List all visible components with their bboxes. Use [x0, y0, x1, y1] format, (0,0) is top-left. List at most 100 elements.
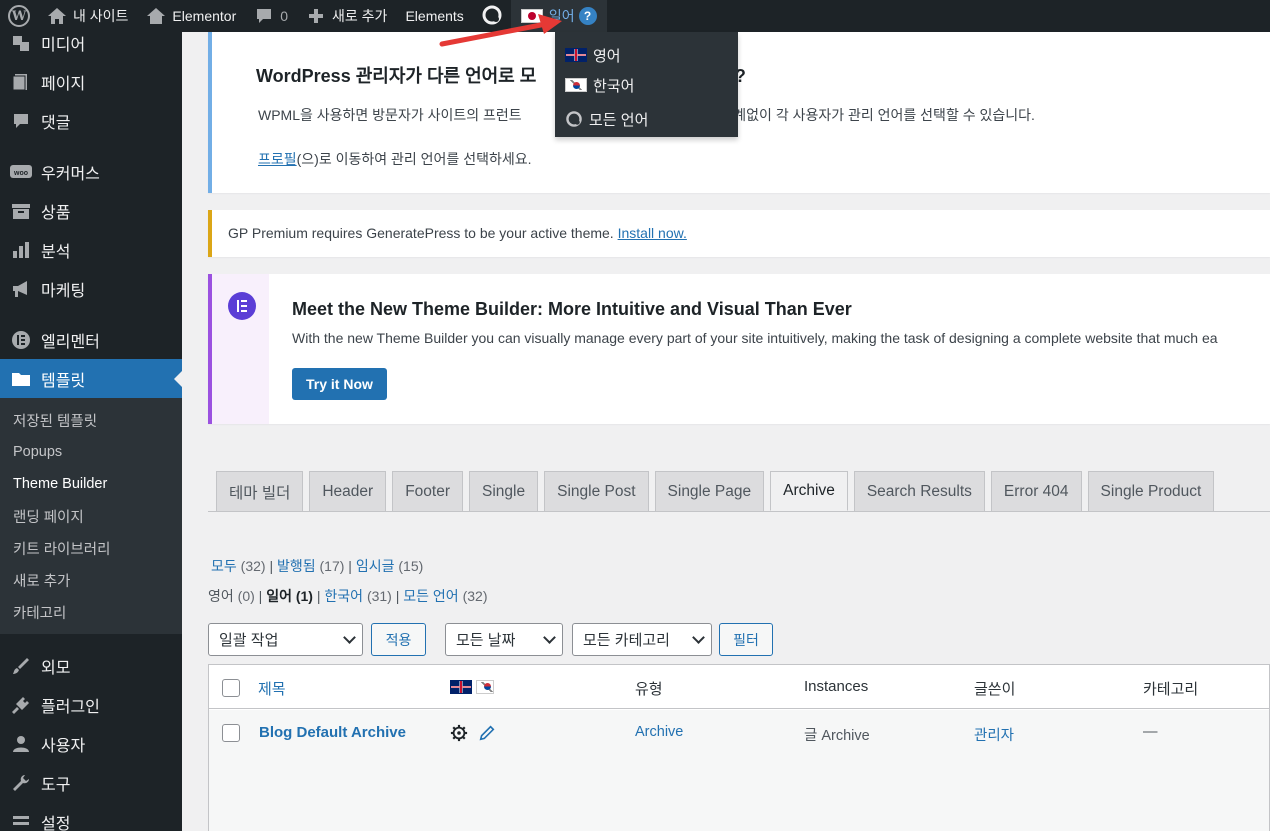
wpml-icon — [565, 110, 583, 128]
sidebar-item-comments[interactable]: 댓글 — [0, 101, 182, 140]
status-filter: 모두 (32) | 발행됨 (17) | 임시글 (15) — [211, 558, 424, 574]
tab-footer[interactable]: Footer — [392, 471, 464, 511]
submenu-add-new[interactable]: 새로 추가 — [0, 564, 182, 596]
install-now-link[interactable]: Install now. — [618, 225, 687, 241]
wordpress-icon: W — [8, 5, 30, 27]
gp-premium-notice: GP Premium requires GeneratePress to be … — [208, 210, 1270, 257]
filter-all[interactable]: 모두 — [211, 558, 237, 574]
templates-table: 제목 유형 Instances 글쓴이 카테고리 Blog Default Ar… — [208, 664, 1270, 831]
filter-published[interactable]: 발행됨 — [277, 558, 316, 574]
language-dropdown: 영어 한국어 모든 언어 — [555, 32, 738, 137]
wrench-icon — [10, 772, 32, 794]
chevron-down-icon — [543, 631, 556, 644]
new-content-menu[interactable]: 새로 추가 — [297, 0, 396, 32]
notice-line-2: 프로필(으)로 이동하여 관리 언어를 선택하세요. — [258, 151, 532, 167]
row-type[interactable]: Archive — [635, 724, 683, 740]
lang-option-label: 모든 언어 — [589, 111, 649, 129]
page-icon — [10, 71, 32, 93]
row-instances: 글 Archive — [804, 728, 870, 744]
filter-draft[interactable]: 임시글 — [356, 558, 395, 574]
elementor-theme-builder-notice: Meet the New Theme Builder: More Intuiti… — [208, 274, 1270, 424]
tab-archive[interactable]: Archive — [770, 471, 848, 511]
select-all-checkbox[interactable] — [222, 679, 240, 697]
row-checkbox[interactable] — [222, 724, 240, 742]
apply-button[interactable]: 적용 — [371, 623, 426, 656]
template-type-tabs: 테마 빌더 Header Footer Single Single Post S… — [216, 471, 1215, 511]
sidebar-item-tools[interactable]: 도구 — [0, 763, 182, 802]
sidebar-item-users[interactable]: 사용자 — [0, 724, 182, 763]
svg-text:woo: woo — [13, 170, 28, 177]
filter-lang-ko[interactable]: 한국어 — [324, 588, 363, 604]
profile-link[interactable]: 프로필 — [258, 151, 297, 167]
row-category: — — [1143, 724, 1158, 740]
comment-icon — [10, 110, 32, 132]
col-languages — [450, 678, 495, 696]
elementor-icon — [10, 329, 32, 351]
table-row: Blog Default Archive Archive 글 Archive 관… — [209, 710, 1269, 831]
settings-icon — [10, 811, 32, 831]
tab-single-page[interactable]: Single Page — [654, 471, 765, 511]
submenu-kit-library[interactable]: 키트 라이브러리 — [0, 532, 182, 564]
lang-option-english[interactable]: 영어 — [555, 40, 738, 70]
col-author: 글쓴이 — [974, 681, 1016, 698]
woo-icon: woo — [10, 161, 32, 183]
sidebar-item-pages[interactable]: 페이지 — [0, 62, 182, 101]
submenu-categories[interactable]: 카테고리 — [0, 596, 182, 628]
filter-lang-ja[interactable]: 일어 — [266, 588, 292, 604]
tab-error-404[interactable]: Error 404 — [990, 471, 1082, 511]
home-icon — [47, 6, 67, 26]
site-name: 내 사이트 — [73, 8, 129, 24]
sidebar-item-analytics[interactable]: 분석 — [0, 230, 182, 269]
filter-lang-all[interactable]: 모든 언어 — [403, 588, 458, 604]
tab-single-post[interactable]: Single Post — [544, 471, 649, 511]
sidebar-item-woocommerce[interactable]: woo 우커머스 — [0, 152, 182, 191]
sidebar-item-templates[interactable]: 템플릿 — [0, 359, 182, 398]
gear-icon[interactable] — [450, 724, 468, 742]
row-author[interactable]: 관리자 — [974, 724, 1014, 745]
lang-option-korean[interactable]: 한국어 — [555, 70, 738, 100]
plugin-icon — [10, 694, 32, 716]
sidebar-item-marketing[interactable]: 마케팅 — [0, 269, 182, 308]
wpml-admin-language-notice: WordPress 관리자가 다른 언어로 모요? WPML을 사용하면 방문자… — [208, 32, 1270, 193]
tab-theme-builder[interactable]: 테마 빌더 — [216, 471, 304, 511]
lang-option-all[interactable]: 모든 언어 — [555, 104, 738, 134]
site-name-menu[interactable]: 내 사이트 — [38, 0, 137, 32]
sidebar-item-elementor[interactable]: 엘리멘터 — [0, 320, 182, 359]
try-it-now-button[interactable]: Try it Now — [292, 368, 387, 400]
col-title[interactable]: 제목 — [258, 678, 286, 699]
sidebar-item-products[interactable]: 상품 — [0, 191, 182, 230]
pencil-icon[interactable] — [478, 724, 496, 742]
elementor-label: Elementor — [172, 8, 237, 24]
submenu-saved-templates[interactable]: 저장된 템플릿 — [0, 404, 182, 436]
category-filter-select[interactable]: 모든 카테고리 — [572, 623, 712, 656]
annotation-arrow-icon — [439, 14, 562, 47]
new-label: 새로 추가 — [332, 8, 388, 24]
chevron-down-icon — [692, 631, 705, 644]
chart-icon — [10, 239, 32, 261]
submenu-popups[interactable]: Popups — [0, 436, 182, 468]
tab-single[interactable]: Single — [469, 471, 539, 511]
filter-button[interactable]: 필터 — [719, 623, 773, 656]
row-title-link[interactable]: Blog Default Archive — [259, 724, 406, 741]
row-lang-actions — [450, 724, 496, 742]
tab-single-product[interactable]: Single Product — [1087, 471, 1215, 511]
admin-bar: W 내 사이트 Elementor 0 새로 추가 Elements 일어 ? — [0, 0, 1270, 32]
sidebar-item-settings[interactable]: 설정 — [0, 802, 182, 831]
date-filter-select[interactable]: 모든 날짜 — [445, 623, 563, 656]
sidebar-item-plugins[interactable]: 플러그인 — [0, 685, 182, 724]
help-icon[interactable]: ? — [578, 7, 597, 25]
wp-logo-menu[interactable]: W — [0, 0, 38, 32]
plus-icon — [306, 6, 326, 26]
filter-lang-en[interactable]: 영어 — [208, 588, 234, 604]
uk-flag-icon — [565, 48, 587, 62]
submenu-theme-builder[interactable]: Theme Builder — [0, 468, 182, 500]
col-category: 카테고리 — [1143, 681, 1199, 698]
tab-search-results[interactable]: Search Results — [853, 471, 985, 511]
tab-header[interactable]: Header — [309, 471, 387, 511]
submenu-landing-pages[interactable]: 랜딩 페이지 — [0, 500, 182, 532]
sidebar-item-appearance[interactable]: 외모 — [0, 646, 182, 685]
comments-menu[interactable]: 0 — [245, 0, 297, 32]
elementor-menu[interactable]: Elementor — [137, 0, 245, 32]
korea-flag-icon — [565, 78, 587, 92]
bulk-action-select[interactable]: 일괄 작업 — [208, 623, 363, 656]
